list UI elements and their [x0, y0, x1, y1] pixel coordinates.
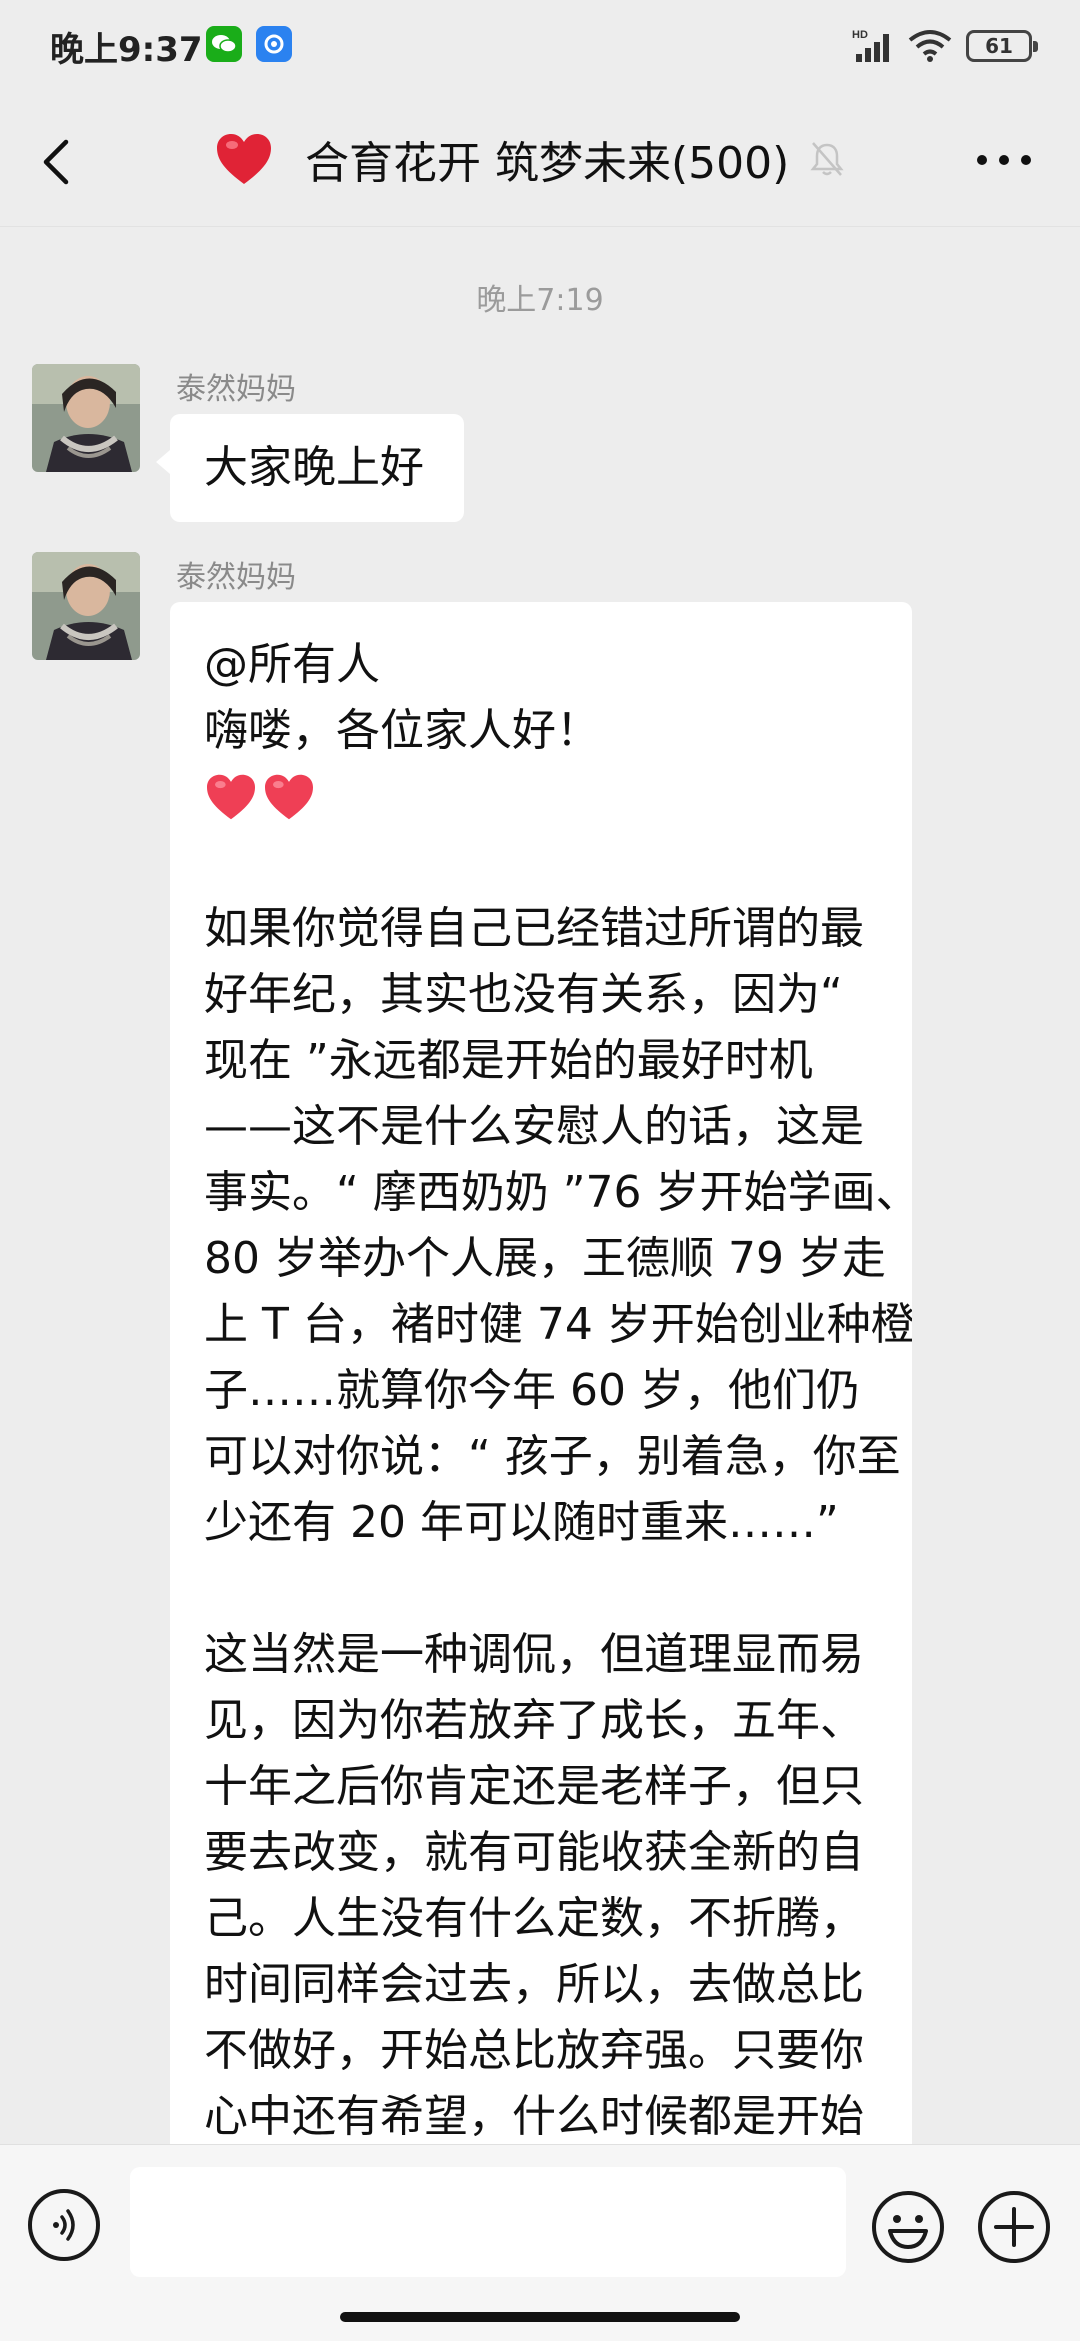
message-line: 十年之后你肯定还是老样子，但只 — [204, 1761, 864, 1812]
sender-avatar[interactable] — [32, 552, 140, 660]
more-icon[interactable] — [974, 138, 1034, 182]
message-line: 己。人生没有什么定数，不折腾， — [204, 1893, 864, 1944]
sender-name: 泰然妈妈 — [176, 560, 296, 595]
wifi-icon — [908, 30, 952, 62]
emoji-icon[interactable] — [870, 2189, 946, 2265]
message-line: 不做好，开始总比放弃强。只要你 — [204, 2025, 864, 2076]
message-line: @所有人 — [204, 639, 380, 690]
chat-timestamp: 晚上7:19 — [476, 283, 604, 318]
signal-icon: HD — [852, 29, 889, 62]
message-line: 这当然是一种调侃，但道理显而易 — [204, 1629, 864, 1680]
app-icon — [256, 26, 292, 62]
message-line: 子……就算你今年 60 岁，他们仍 — [204, 1365, 860, 1416]
chat-header: 合育花开 筑梦未来(500) — [0, 96, 1080, 227]
heart-emojis — [204, 764, 878, 830]
message-line: 嗨喽，各位家人好！ — [204, 705, 600, 756]
home-indicator[interactable] — [340, 2312, 740, 2322]
heart-icon — [217, 134, 271, 184]
message-line: 可以对你说：“ 孩子，别着急，你至 — [204, 1431, 901, 1482]
message-line: ——这不是什么安慰人的话，这是 — [204, 1101, 864, 1152]
message-line: 事实。“ 摩西奶奶 ”76 岁开始学画、 — [204, 1167, 912, 1218]
message-bubble[interactable]: @所有人 嗨喽，各位家人好！ 如果你觉得自己已经错过所谓的最 好年纪，其实也没有… — [170, 602, 912, 2162]
mute-icon — [810, 142, 844, 176]
message-line: 上 T 台，褚时健 74 岁开始创业种橙 — [204, 1299, 912, 1350]
plus-icon[interactable] — [976, 2189, 1052, 2265]
message-input[interactable] — [130, 2167, 846, 2277]
message-line: 80 岁举办个人展，王德顺 79 岁走 — [204, 1233, 886, 1284]
message-line: 时间同样会过去，所以，去做总比 — [204, 1959, 864, 2010]
message-line: 少还有 20 年可以随时重来……” — [204, 1497, 839, 1548]
status-time: 晚上9:37 — [50, 30, 203, 70]
heart-icon — [265, 774, 313, 820]
message-line: 见，因为你若放弃了成长，五年、 — [204, 1695, 864, 1746]
message-bubble[interactable]: 大家晚上好 — [156, 414, 464, 522]
sender-name: 泰然妈妈 — [176, 372, 296, 407]
heart-icon — [207, 774, 255, 820]
message-line: 心中还有希望，什么时候都是开始 — [204, 2091, 864, 2142]
battery-icon: 61 — [966, 30, 1038, 62]
back-icon[interactable] — [30, 132, 90, 192]
chat-title-area[interactable]: 合育花开 筑梦未来(500) — [215, 124, 847, 194]
message-line: 好年纪，其实也没有关系，因为“ — [204, 969, 843, 1020]
message-line — [204, 830, 878, 896]
message-line: 如果你觉得自己已经错过所谓的最 — [204, 903, 864, 954]
wechat-icon — [206, 26, 242, 62]
message-text: 大家晚上好 — [204, 442, 424, 493]
sender-avatar[interactable] — [32, 364, 140, 472]
chat-title: 合育花开 筑梦未来(500) — [305, 138, 790, 189]
battery-level: 61 — [985, 34, 1013, 58]
status-bar: 晚上9:37 HD 61 — [0, 0, 1080, 96]
voice-icon[interactable] — [28, 2189, 100, 2261]
network-label: HD — [852, 29, 868, 41]
message-line: 要去改变，就有可能收获全新的自 — [204, 1827, 864, 1878]
message-line — [204, 1556, 878, 1622]
message-line: 现在 ”永远都是开始的最好时机 — [204, 1035, 813, 1086]
